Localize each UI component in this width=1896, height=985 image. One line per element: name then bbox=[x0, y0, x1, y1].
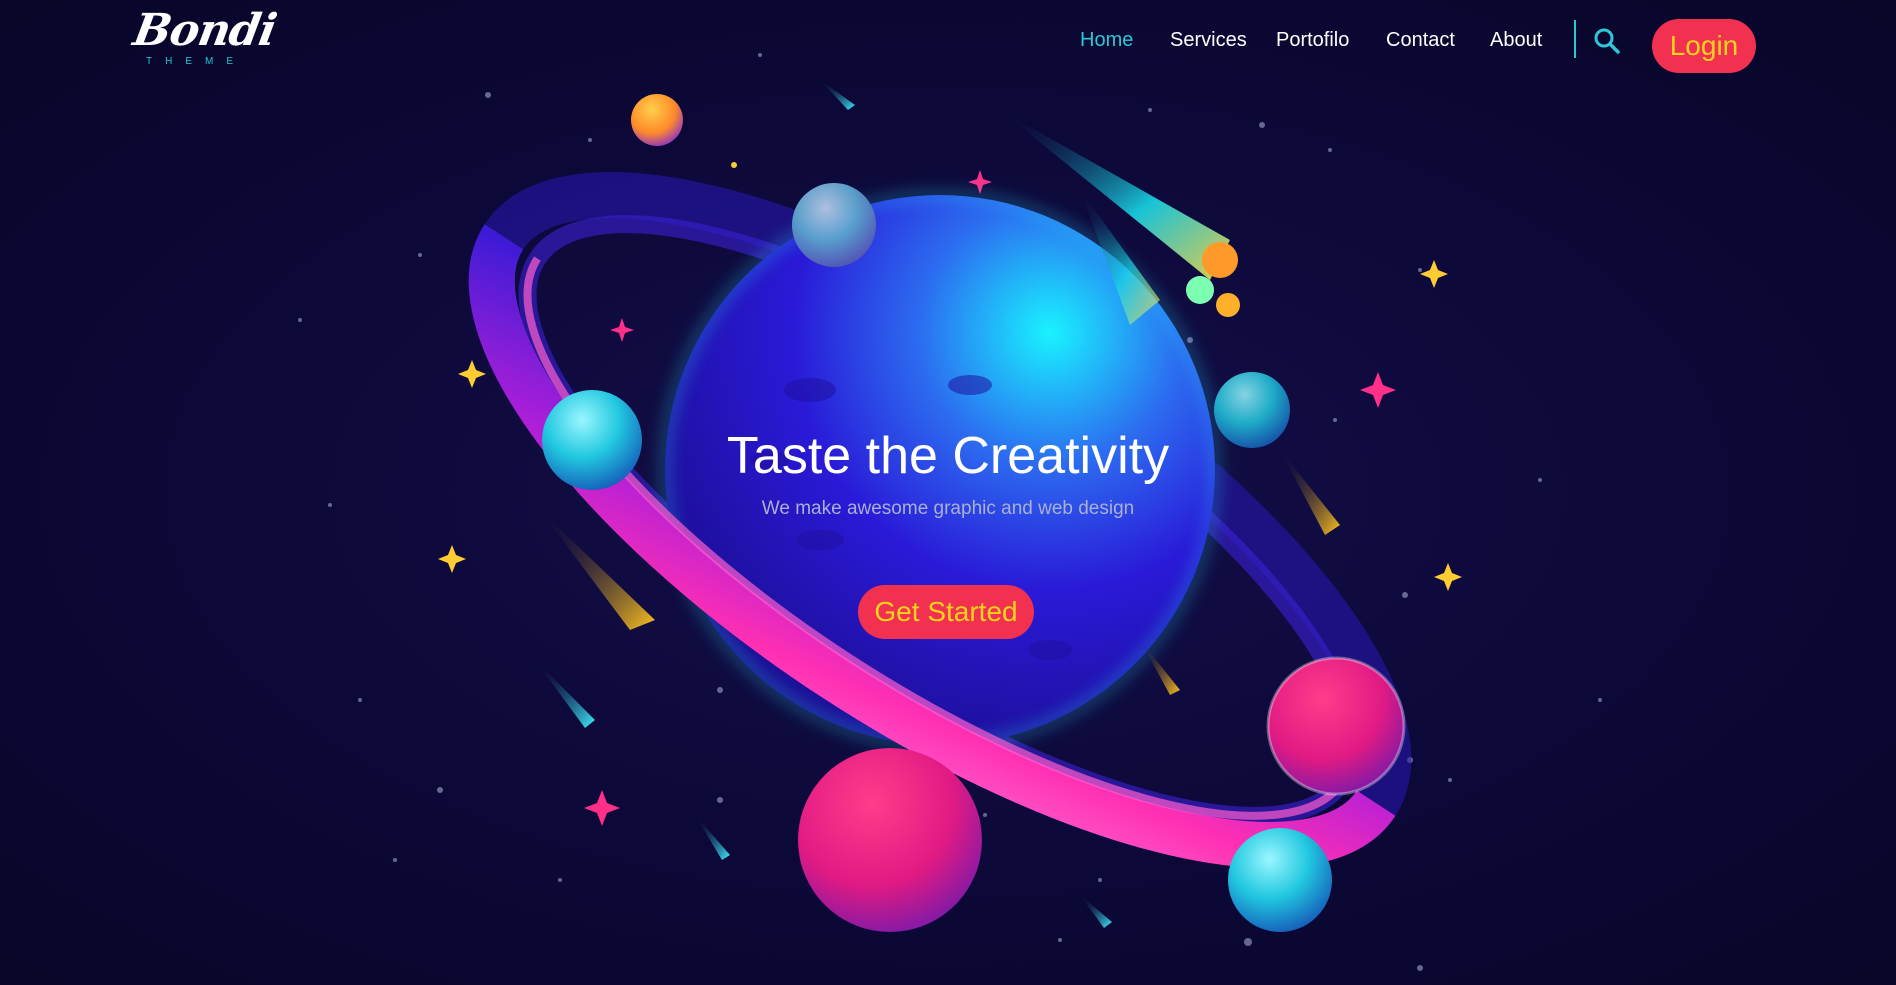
nav-contact[interactable]: Contact bbox=[1386, 26, 1455, 54]
hero-subtitle: We make awesome graphic and web design bbox=[761, 498, 1135, 519]
hero-section: Bondi THEME Home Services Portofilo Cont… bbox=[0, 0, 1896, 985]
search-button[interactable] bbox=[1592, 26, 1622, 56]
nav-about[interactable]: About bbox=[1490, 26, 1542, 54]
nav-portfolio[interactable]: Portofilo bbox=[1276, 26, 1349, 54]
brand-tagline: THEME bbox=[146, 56, 246, 67]
brand-logo[interactable]: Bondi THEME bbox=[130, 5, 280, 72]
nav-services[interactable]: Services bbox=[1170, 26, 1247, 54]
nav-divider bbox=[1574, 20, 1576, 58]
hero-title: Taste the Creativity bbox=[726, 427, 1170, 485]
nav-home[interactable]: Home bbox=[1080, 26, 1133, 54]
login-button[interactable]: Login bbox=[1652, 19, 1756, 73]
brand-name: Bondi bbox=[129, 5, 280, 56]
search-icon bbox=[1594, 28, 1620, 54]
get-started-button[interactable]: Get Started bbox=[858, 585, 1034, 639]
space-illustration bbox=[298, 53, 1602, 971]
